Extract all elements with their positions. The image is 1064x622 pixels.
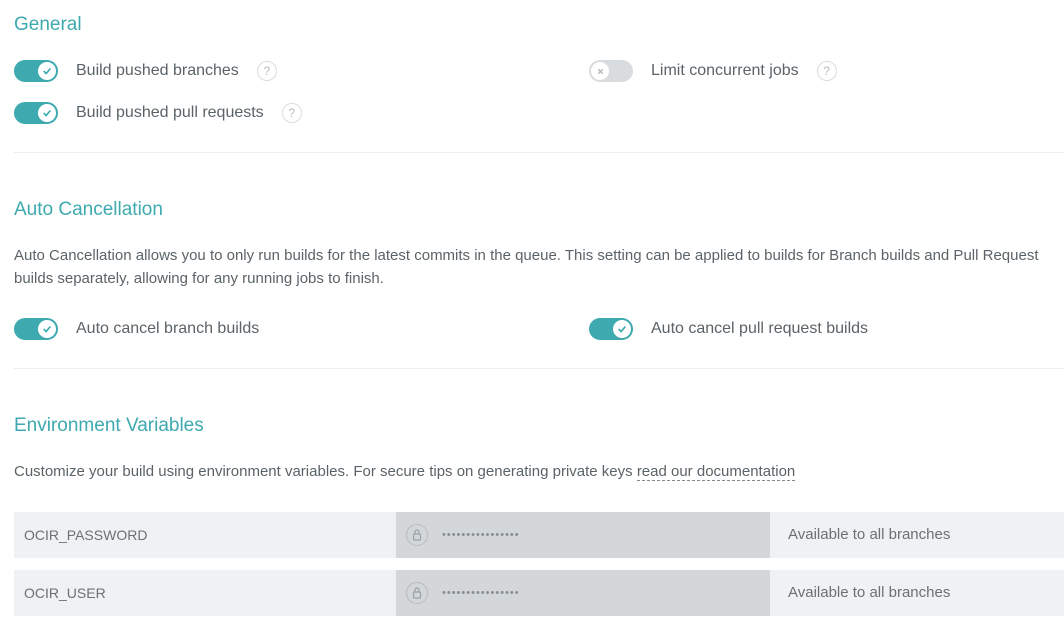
env-rows: OCIR_PASSWORD •••••••••••••••• Available…	[14, 512, 1064, 616]
auto-cancel-left: Auto cancel branch builds	[14, 318, 489, 340]
env-row: OCIR_PASSWORD •••••••••••••••• Available…	[14, 512, 1064, 558]
help-icon[interactable]: ?	[282, 103, 302, 123]
auto-cancel-description: Auto Cancellation allows you to only run…	[14, 245, 1064, 290]
env-var-value: ••••••••••••••••	[396, 512, 770, 558]
toggle-label: Auto cancel pull request builds	[651, 320, 868, 338]
env-desc-text: Customize your build using environment v…	[14, 463, 637, 480]
help-icon[interactable]: ?	[257, 61, 277, 81]
toggle-label: Auto cancel branch builds	[76, 320, 259, 338]
check-icon	[42, 324, 52, 334]
toggle-knob	[613, 320, 631, 338]
env-var-scope: Available to all branches	[770, 584, 1064, 601]
toggle-knob	[38, 62, 56, 80]
docs-link[interactable]: read our documentation	[637, 463, 795, 481]
section-title-env: Environment Variables	[14, 415, 1064, 437]
check-icon	[617, 324, 627, 334]
env-var-name: OCIR_USER	[14, 585, 396, 601]
env-row: OCIR_USER •••••••••••••••• Available to …	[14, 570, 1064, 616]
x-icon	[596, 67, 605, 76]
divider	[14, 152, 1064, 153]
env-description: Customize your build using environment v…	[14, 461, 1064, 484]
env-var-scope: Available to all branches	[770, 526, 1064, 543]
general-settings-row: Build pushed branches ? Build pushed pul…	[14, 60, 1064, 124]
lock-icon	[406, 524, 428, 546]
toggle-limit-concurrent[interactable]	[589, 60, 633, 82]
toggle-build-pushed-branches[interactable]	[14, 60, 58, 82]
check-icon	[42, 66, 52, 76]
toggle-build-pushed-prs[interactable]	[14, 102, 58, 124]
toggle-label: Limit concurrent jobs	[651, 62, 799, 80]
toggle-item-limit-concurrent: Limit concurrent jobs ?	[589, 60, 1064, 82]
general-left-col: Build pushed branches ? Build pushed pul…	[14, 60, 489, 124]
toggle-item-cancel-branch: Auto cancel branch builds	[14, 318, 489, 340]
auto-cancel-row: Auto cancel branch builds Auto cancel pu…	[14, 318, 1064, 340]
general-right-col: Limit concurrent jobs ?	[549, 60, 1064, 124]
toggle-item-build-pushed-prs: Build pushed pull requests ?	[14, 102, 489, 124]
toggle-knob	[591, 62, 609, 80]
section-title-auto-cancel: Auto Cancellation	[14, 199, 1064, 221]
env-var-value: ••••••••••••••••	[396, 570, 770, 616]
env-var-masked: ••••••••••••••••	[442, 529, 520, 541]
toggle-cancel-pr[interactable]	[589, 318, 633, 340]
toggle-label: Build pushed pull requests	[76, 104, 264, 122]
env-var-masked: ••••••••••••••••	[442, 587, 520, 599]
auto-cancel-right: Auto cancel pull request builds	[549, 318, 1064, 340]
toggle-label: Build pushed branches	[76, 62, 239, 80]
toggle-cancel-branch[interactable]	[14, 318, 58, 340]
check-icon	[42, 108, 52, 118]
toggle-knob	[38, 320, 56, 338]
help-icon[interactable]: ?	[817, 61, 837, 81]
toggle-knob	[38, 104, 56, 122]
toggle-item-build-pushed-branches: Build pushed branches ?	[14, 60, 489, 82]
divider	[14, 368, 1064, 369]
lock-icon	[406, 582, 428, 604]
toggle-item-cancel-pr: Auto cancel pull request builds	[589, 318, 1064, 340]
env-var-name: OCIR_PASSWORD	[14, 527, 396, 543]
section-title-general: General	[14, 14, 1064, 36]
